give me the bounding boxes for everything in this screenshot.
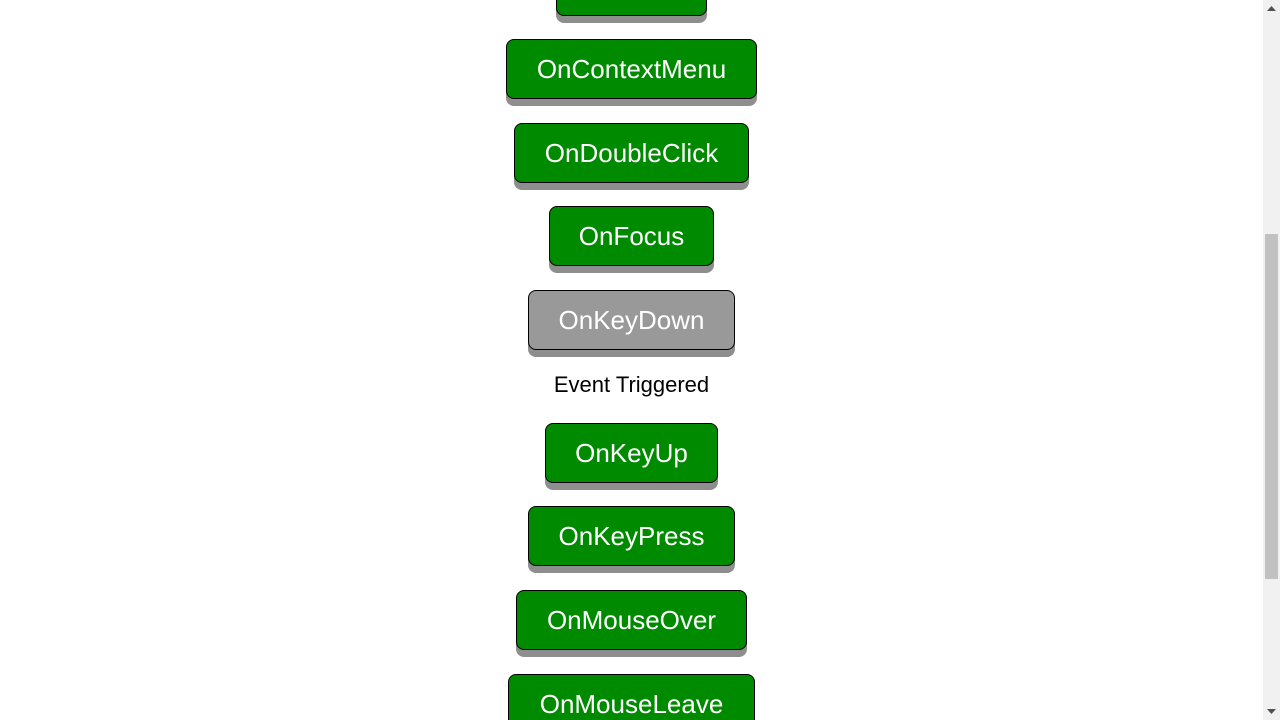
onmouseover-button[interactable]: OnMouseOver <box>516 590 747 650</box>
onkeydown-button[interactable]: OnKeyDown <box>528 290 735 350</box>
chevron-down-icon[interactable] <box>1263 703 1280 720</box>
event-triggered-text: Event Triggered <box>553 372 710 397</box>
onmouseleave-button[interactable]: OnMouseLeave <box>508 674 755 720</box>
ondoubleclick-button[interactable]: OnDoubleClick <box>514 123 749 183</box>
scrollbar-thumb[interactable] <box>1265 234 1278 579</box>
event-button-partial[interactable] <box>556 0 707 16</box>
vertical-scrollbar[interactable] <box>1263 0 1280 720</box>
onkeypress-button[interactable]: OnKeyPress <box>528 506 735 566</box>
page-viewport: OnContextMenu OnDoubleClick OnFocus OnKe… <box>0 0 1263 720</box>
onkeyup-button[interactable]: OnKeyUp <box>545 423 718 483</box>
chevron-up-icon[interactable] <box>1263 0 1280 17</box>
oncontextmenu-button[interactable]: OnContextMenu <box>506 39 757 99</box>
onfocus-button[interactable]: OnFocus <box>549 206 714 266</box>
